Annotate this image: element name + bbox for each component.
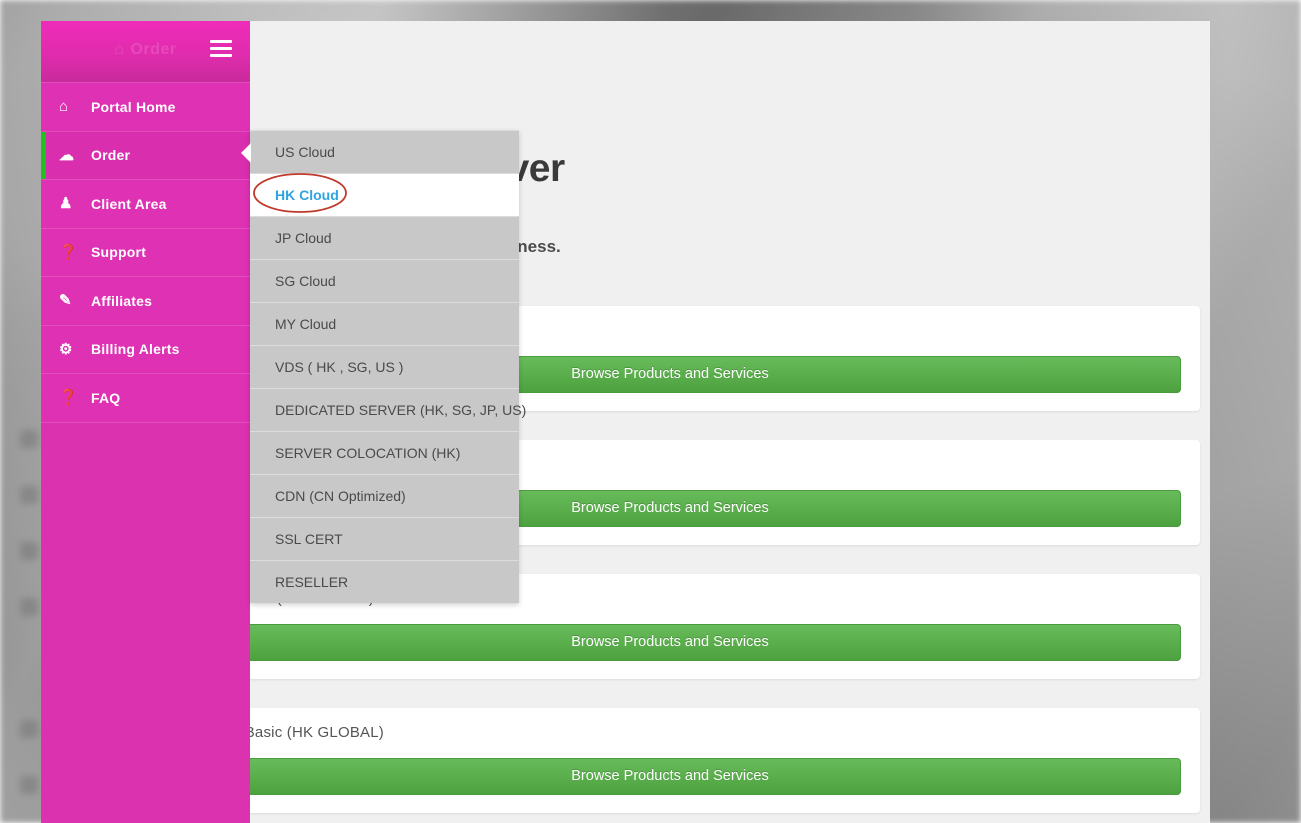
dropdown-item-jp-cloud[interactable]: JP Cloud xyxy=(250,216,519,259)
help-circle-icon: ❓ xyxy=(59,389,78,407)
browse-products-button[interactable]: Browse Products and Services xyxy=(250,758,1181,795)
sidebar-item-label: Client Area xyxy=(91,195,167,212)
dropdown-item-server-colocation[interactable]: SERVER COLOCATION (HK) xyxy=(250,431,519,474)
dropdown-item-vds[interactable]: VDS ( HK , SG, US ) xyxy=(250,345,519,388)
sidebar-brand-text: Order xyxy=(130,41,177,58)
dropdown-item-label: CDN (CN Optimized) xyxy=(275,488,406,504)
product-card-title: CLOUDLET Basic (HK GLOBAL) xyxy=(250,724,384,741)
sidebar-brand: ⌂ Order xyxy=(41,21,250,82)
sidebar-item-billing-alerts[interactable]: ⚙ Billing Alerts xyxy=(41,324,250,373)
dropdown-item-us-cloud[interactable]: US Cloud xyxy=(250,130,519,173)
dropdown-item-label: JP Cloud xyxy=(275,230,332,246)
sidebar-item-label: Support xyxy=(91,244,147,261)
hamburger-icon[interactable] xyxy=(210,40,232,58)
home-icon: ⌂ xyxy=(114,41,125,58)
gear-icon: ⚙ xyxy=(59,340,73,358)
sidebar-item-portal-home[interactable]: ⌂ Portal Home xyxy=(41,82,250,131)
dropdown-item-cdn[interactable]: CDN (CN Optimized) xyxy=(250,474,519,517)
sidebar-item-label: Order xyxy=(91,147,131,164)
dropdown-item-ssl-cert[interactable]: SSL CERT xyxy=(250,517,519,560)
sidebar-filler xyxy=(41,421,250,423)
dropdown-item-my-cloud[interactable]: MY Cloud xyxy=(250,302,519,345)
sidebar: ⌂ Order ⌂ Portal Home ☁ Order ♟ Client Ar… xyxy=(41,21,250,823)
dropdown-item-label: SSL CERT xyxy=(275,531,343,547)
sidebar-item-label: Billing Alerts xyxy=(91,341,180,358)
dropdown-item-label: RESELLER xyxy=(275,574,349,590)
user-icon: ♟ xyxy=(59,195,73,213)
sidebar-item-label: FAQ xyxy=(91,389,121,406)
sidebar-item-label: Affiliates xyxy=(91,292,153,309)
dropdown-item-label: SG Cloud xyxy=(275,273,336,289)
dropdown-item-label: VDS ( HK , SG, US ) xyxy=(275,359,404,375)
sidebar-item-label: Portal Home xyxy=(91,98,176,115)
home-icon: ⌂ xyxy=(59,98,69,116)
dropdown-item-label: DEDICATED SERVER (HK, SG, JP, US) xyxy=(275,402,527,418)
sidebar-item-client-area[interactable]: ♟ Client Area xyxy=(41,179,250,228)
sidebar-item-order[interactable]: ☁ Order xyxy=(41,130,250,179)
pencil-icon: ✎ xyxy=(59,292,72,310)
sidebar-item-affiliates[interactable]: ✎ Affiliates xyxy=(41,276,250,325)
order-category-dropdown: US Cloud HK Cloud JP Cloud SG Cloud MY C… xyxy=(241,130,526,603)
cloud-icon: ☁ xyxy=(59,146,74,164)
dropdown-item-dedicated-server[interactable]: DEDICATED SERVER (HK, SG, JP, US) xyxy=(250,388,526,431)
product-card: CLOUDLET Basic (HK GLOBAL) Browse Produc… xyxy=(250,708,1200,813)
dropdown-item-label: MY Cloud xyxy=(275,316,337,332)
dropdown-item-label: SERVER COLOCATION (HK) xyxy=(275,445,461,461)
dropdown-pointer-icon xyxy=(241,143,251,163)
dropdown-item-sg-cloud[interactable]: SG Cloud xyxy=(250,259,519,302)
sidebar-item-faq[interactable]: ❓ FAQ xyxy=(41,373,250,422)
dropdown-item-label: US Cloud xyxy=(275,144,335,160)
dropdown-item-reseller[interactable]: RESELLER xyxy=(250,560,519,603)
help-circle-icon: ❓ xyxy=(59,243,78,261)
dropdown-item-hk-cloud[interactable]: HK Cloud xyxy=(250,173,519,216)
sidebar-item-support[interactable]: ❓ Support xyxy=(41,227,250,276)
dropdown-item-label: HK Cloud xyxy=(275,187,339,203)
browse-products-button[interactable]: Browse Products and Services xyxy=(250,624,1181,661)
